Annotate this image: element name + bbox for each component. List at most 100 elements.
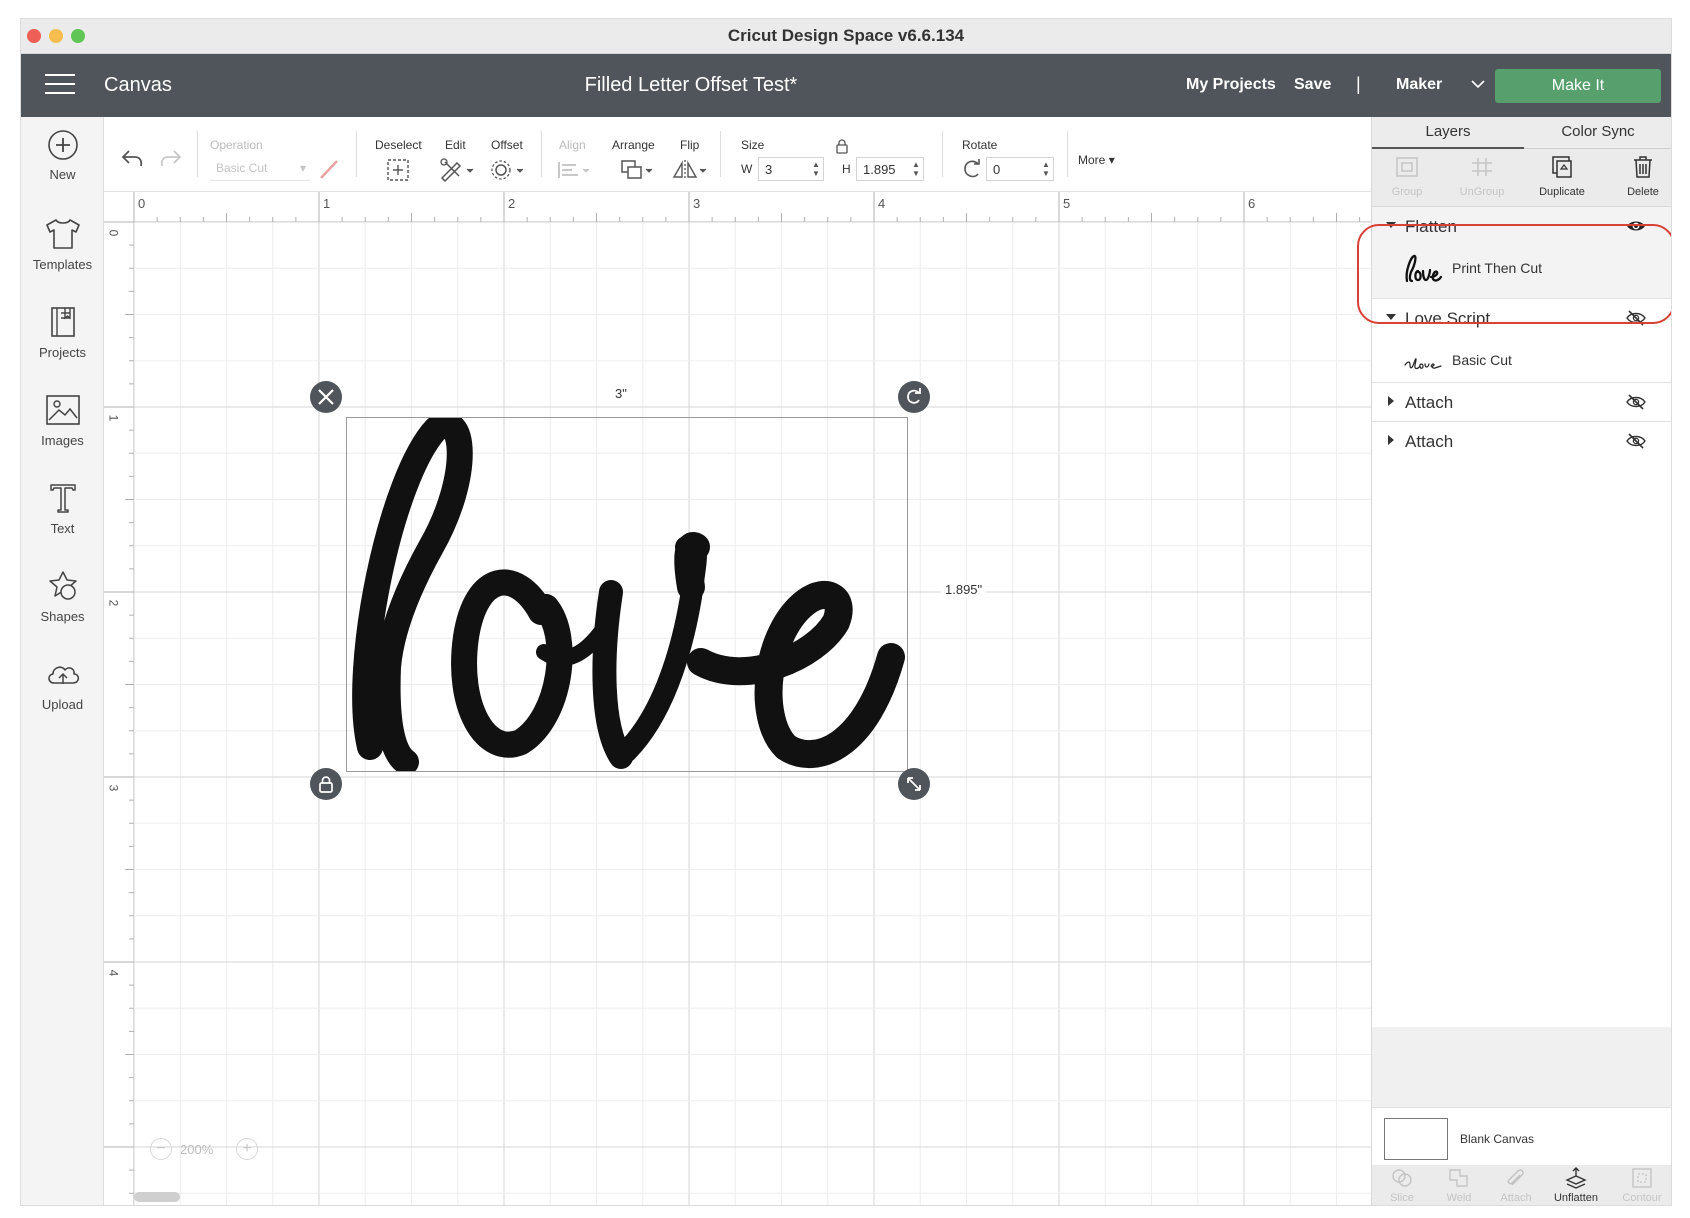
lock-proportions-handle[interactable] (310, 768, 342, 800)
canvas-background-row[interactable]: Blank Canvas (1372, 1107, 1671, 1165)
height-label: H (842, 162, 851, 176)
undo-icon[interactable] (119, 147, 147, 169)
flatten-highlight-outline (1357, 224, 1671, 324)
duplicate-button[interactable]: Duplicate (1527, 155, 1597, 198)
eye-hidden-icon[interactable] (1626, 432, 1646, 450)
flip-icon[interactable] (672, 158, 708, 182)
attach-button[interactable]: Attach (1486, 1167, 1546, 1204)
lock-icon (319, 776, 333, 793)
width-dimension-label: 3" (611, 386, 631, 401)
tab-color-sync[interactable]: Color Sync (1524, 117, 1671, 149)
offset-icon[interactable] (490, 158, 526, 182)
sidebar-item-label: Images (41, 433, 84, 448)
ruler-label: 4 (878, 196, 886, 211)
text-icon (49, 484, 76, 513)
size-lock-icon[interactable] (835, 138, 849, 154)
sidebar-item-shapes[interactable]: Shapes (21, 569, 104, 649)
height-dimension-label: 1.895" (941, 582, 987, 597)
operation-select[interactable]: Basic Cut ▾ (210, 157, 310, 181)
hamburger-menu-icon[interactable] (45, 74, 75, 96)
eye-hidden-icon[interactable] (1626, 393, 1646, 411)
sidebar-item-projects[interactable]: Projects (21, 305, 104, 385)
toolbar-divider (720, 131, 721, 177)
horizontal-scrollbar[interactable] (134, 1192, 180, 1202)
more-menu[interactable]: More ▾ (1078, 153, 1115, 167)
height-stepper[interactable]: ▲ ▼ (911, 160, 921, 178)
canvas-label: Blank Canvas (1460, 1132, 1535, 1146)
zoom-in-button[interactable]: + (236, 1138, 258, 1160)
app-window: Cricut Design Space v6.6.134 Canvas Fill… (21, 19, 1671, 1205)
weld-icon (1449, 1169, 1468, 1187)
width-label: W (741, 162, 753, 176)
selection-bounding-box[interactable] (346, 417, 908, 772)
delete-button[interactable]: Delete (1608, 155, 1671, 198)
edit-scissors-icon[interactable] (439, 158, 475, 182)
screenshot-stage: Cricut Design Space v6.6.134 Canvas Fill… (0, 0, 1690, 1218)
image-icon (45, 395, 80, 425)
window-title-bar: Cricut Design Space v6.6.134 (21, 19, 1671, 54)
resize-handle[interactable] (898, 768, 930, 800)
collapse-triangle-icon[interactable] (1388, 435, 1394, 445)
sidebar-item-templates[interactable]: Templates (21, 217, 104, 297)
unflatten-button[interactable]: Unflatten (1546, 1167, 1606, 1204)
left-sidebar: New Templates Projects Images Text Shape… (21, 117, 104, 1205)
tab-layers[interactable]: Layers (1372, 117, 1524, 149)
sidebar-item-images[interactable]: Images (21, 393, 104, 473)
layer-group-header[interactable]: Attach (1372, 422, 1671, 462)
group-button[interactable]: Group (1372, 155, 1442, 198)
weld-button[interactable]: Weld (1429, 1167, 1489, 1204)
toolbar-divider (541, 131, 542, 177)
deselect-icon[interactable] (386, 158, 410, 182)
contour-button[interactable]: Contour (1612, 1167, 1671, 1204)
layer-item-basic-cut[interactable]: Basic Cut (1372, 339, 1671, 383)
pen-color-icon[interactable] (317, 157, 341, 181)
zoom-level: 200% (180, 1142, 214, 1157)
section-title: Canvas (104, 74, 172, 96)
layer-group-attach[interactable]: Attach (1372, 422, 1671, 461)
delete-handle[interactable] (310, 381, 342, 413)
offset-label: Offset (491, 138, 523, 152)
zoom-out-button[interactable]: − (150, 1138, 172, 1160)
shapes-icon (48, 571, 77, 600)
rotate-icon (907, 388, 921, 404)
save-button[interactable]: Save (1294, 76, 1331, 94)
sidebar-item-new[interactable]: New (21, 129, 104, 209)
chevron-down-icon[interactable] (1469, 76, 1487, 92)
rotate-icon (964, 159, 980, 178)
ungroup-button[interactable]: UnGroup (1447, 155, 1517, 198)
align-icon[interactable] (556, 158, 592, 182)
make-it-button[interactable]: Make It (1495, 69, 1661, 103)
layer-item-name: Basic Cut (1452, 352, 1512, 368)
sidebar-item-text[interactable]: Text (21, 481, 104, 561)
sidebar-item-label: Text (50, 521, 75, 536)
window-title: Cricut Design Space v6.6.134 (727, 26, 965, 45)
layer-group-attach[interactable]: Attach (1372, 383, 1671, 422)
arrange-icon[interactable] (619, 158, 655, 182)
width-stepper[interactable]: ▲ ▼ (811, 160, 821, 178)
layer-actions-bar: Group UnGroup Duplicate Delete (1372, 149, 1671, 207)
machine-selector[interactable]: Maker (1396, 76, 1442, 94)
canvas-swatch[interactable] (1384, 1118, 1448, 1160)
slice-button[interactable]: Slice (1372, 1167, 1432, 1204)
upload-cloud-icon (47, 666, 79, 684)
sidebar-item-upload[interactable]: Upload (21, 657, 104, 737)
redo-icon[interactable] (156, 147, 184, 169)
panel-tabs: Layers Color Sync (1372, 117, 1671, 149)
resize-arrows-icon (907, 777, 921, 791)
group-icon (1396, 157, 1418, 177)
tshirt-icon (45, 219, 80, 249)
ruler-label: 3 (106, 784, 121, 792)
paperclip-icon (1507, 1169, 1524, 1186)
vertical-ruler: 0 1 2 3 4 (104, 222, 134, 1205)
project-name: Filled Letter Offset Test* (584, 74, 798, 96)
my-projects-link[interactable]: My Projects (1186, 76, 1276, 94)
layer-group-header[interactable]: Attach (1372, 383, 1671, 423)
rotate-stepper[interactable]: ▲ ▼ (1041, 160, 1051, 178)
sidebar-item-label: Upload (41, 697, 84, 712)
caret-down-icon: ▾ (1108, 153, 1115, 167)
ruler-label: 0 (106, 229, 121, 237)
close-icon (318, 389, 334, 405)
collapse-triangle-icon[interactable] (1388, 396, 1394, 406)
toolbar-divider (1067, 131, 1068, 177)
rotate-handle[interactable] (898, 381, 930, 413)
